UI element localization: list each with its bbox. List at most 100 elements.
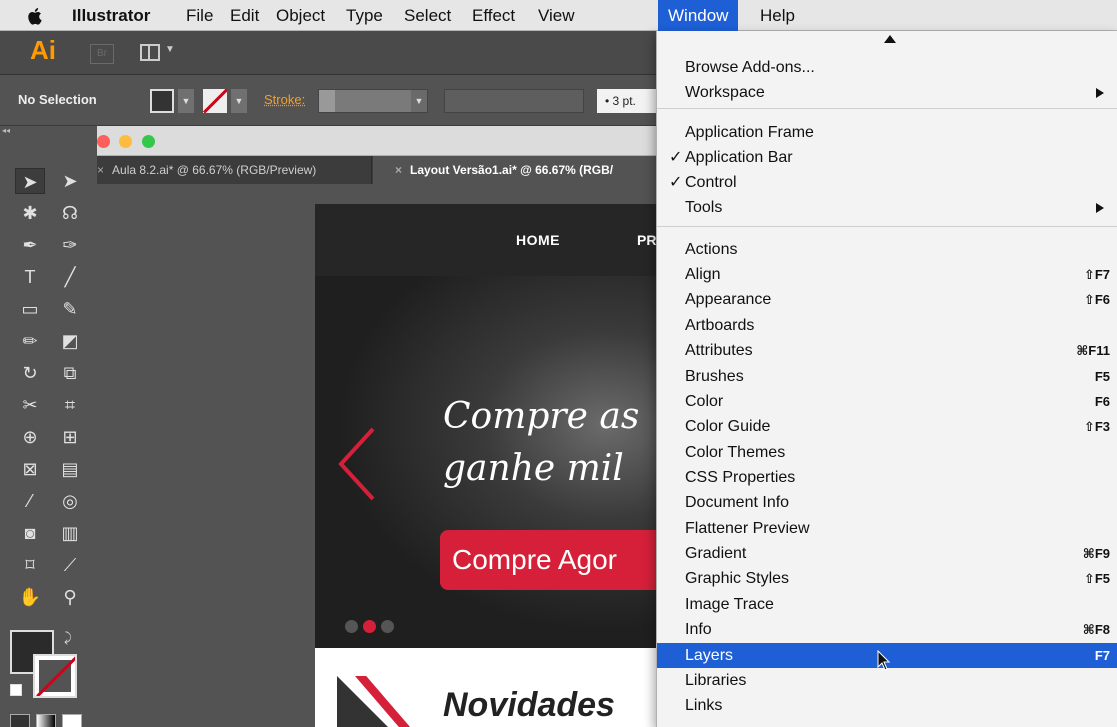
none-mode-icon[interactable] bbox=[62, 714, 82, 727]
swap-fill-stroke-icon[interactable]: ⤸ bbox=[64, 630, 72, 646]
direct-selection-tool-icon[interactable]: ➤ bbox=[55, 168, 85, 194]
bridge-button[interactable]: Br bbox=[90, 44, 114, 64]
menu-view[interactable]: View bbox=[528, 0, 585, 31]
menu-item-application-bar[interactable]: ✓ Application Bar bbox=[657, 145, 1117, 170]
pen-tool-icon[interactable]: ✒ bbox=[15, 232, 45, 258]
menu-item-flattener-preview[interactable]: Flattener Preview bbox=[657, 516, 1117, 541]
menu-item-workspace[interactable]: Workspace bbox=[657, 80, 1117, 105]
menu-app-name[interactable]: Illustrator bbox=[62, 0, 160, 31]
zoom-window-icon[interactable] bbox=[142, 135, 155, 148]
column-graph-tool-icon[interactable]: ▥ bbox=[55, 520, 85, 546]
close-tab-icon[interactable]: × bbox=[395, 163, 402, 177]
stroke-weight-field[interactable]: ▼ bbox=[318, 89, 428, 113]
mesh-tool-icon[interactable]: ⊠ bbox=[15, 456, 45, 482]
stroke-label[interactable]: Stroke: bbox=[264, 92, 305, 107]
menu-object[interactable]: Object bbox=[266, 0, 335, 31]
menu-item-appearance[interactable]: Appearance ⇧F6 bbox=[657, 287, 1117, 312]
menu-item-actions[interactable]: Actions bbox=[657, 237, 1117, 262]
menu-item-label: Brushes bbox=[685, 368, 744, 385]
menu-item-shortcut: ⌘F9 bbox=[1082, 546, 1110, 561]
stepper-icon[interactable] bbox=[319, 90, 335, 112]
selection-tool-icon[interactable]: ➤ bbox=[15, 168, 45, 194]
menu-effect[interactable]: Effect bbox=[462, 0, 525, 31]
menu-help[interactable]: Help bbox=[750, 0, 805, 31]
tab-aula-8-2[interactable]: × Aula 8.2.ai* @ 66.67% (RGB/Preview) bbox=[97, 156, 372, 184]
rotate-tool-icon[interactable]: ↻ bbox=[15, 360, 45, 386]
menu-item-label: Actions bbox=[685, 241, 738, 258]
eraser-tool-icon[interactable]: ◩ bbox=[55, 328, 85, 354]
artboard[interactable]: HOME PR Compre as ganhe mil Compre Agor bbox=[315, 204, 657, 727]
menu-item-label: Browse Add-ons... bbox=[685, 59, 815, 76]
menu-window[interactable]: Window bbox=[658, 0, 739, 31]
default-fill-stroke-icon[interactable] bbox=[10, 684, 22, 696]
arrange-documents-icon[interactable] bbox=[140, 44, 160, 61]
menu-item-shortcut: ⇧F5 bbox=[1083, 571, 1110, 586]
artboard-tool-icon[interactable]: ⌑ bbox=[15, 552, 45, 578]
minimize-window-icon[interactable] bbox=[119, 135, 132, 148]
free-transform-tool-icon[interactable]: ⌗ bbox=[55, 392, 85, 418]
menu-item-gradient[interactable]: Gradient ⌘F9 bbox=[657, 541, 1117, 566]
tab-layout-versao1[interactable]: × Layout Versão1.ai* @ 66.67% (RGB/ bbox=[373, 156, 657, 184]
menu-item-control[interactable]: ✓ Control bbox=[657, 170, 1117, 195]
hand-tool-icon[interactable]: ✋ bbox=[15, 584, 45, 610]
menu-item-graphic-styles[interactable]: Graphic Styles ⇧F5 bbox=[657, 566, 1117, 591]
line-segment-tool-icon[interactable]: ╱ bbox=[55, 264, 85, 290]
zoom-tool-icon[interactable]: ⚲ bbox=[55, 584, 85, 610]
stroke-dropdown-button[interactable]: ▼ bbox=[231, 89, 247, 113]
menu-item-color-themes[interactable]: Color Themes bbox=[657, 440, 1117, 465]
panel-grip-icon[interactable]: ◂◂ bbox=[0, 126, 97, 134]
curvature-tool-icon[interactable]: ✑ bbox=[55, 232, 85, 258]
menu-item-color[interactable]: Color F6 bbox=[657, 389, 1117, 414]
pencil-tool-icon[interactable]: ✏ bbox=[15, 328, 45, 354]
gradient-mode-icon[interactable] bbox=[36, 714, 56, 727]
menu-item-document-info[interactable]: Document Info bbox=[657, 490, 1117, 515]
canvas-area[interactable]: HOME PR Compre as ganhe mil Compre Agor bbox=[97, 184, 657, 727]
menu-item-shortcut: ⇧F6 bbox=[1083, 292, 1110, 307]
scale-tool-icon[interactable]: ⧉ bbox=[55, 360, 85, 386]
menu-edit[interactable]: Edit bbox=[220, 0, 269, 31]
stroke-swatch[interactable] bbox=[203, 89, 227, 113]
apple-icon[interactable] bbox=[28, 7, 44, 25]
menu-item-tools[interactable]: Tools bbox=[657, 195, 1117, 220]
menu-item-application-frame[interactable]: Application Frame bbox=[657, 120, 1117, 145]
rectangle-tool-icon[interactable]: ▭ bbox=[15, 296, 45, 322]
menu-select[interactable]: Select bbox=[394, 0, 461, 31]
magic-wand-tool-icon[interactable]: ✱ bbox=[15, 200, 45, 226]
blend-tool-icon[interactable]: ◎ bbox=[55, 488, 85, 514]
close-window-icon[interactable] bbox=[97, 135, 110, 148]
menu-item-info[interactable]: Info ⌘F8 bbox=[657, 617, 1117, 642]
menu-item-css-properties[interactable]: CSS Properties bbox=[657, 465, 1117, 490]
menu-item-color-guide[interactable]: Color Guide ⇧F3 bbox=[657, 414, 1117, 439]
menu-item-label: Gradient bbox=[685, 545, 747, 562]
perspective-grid-tool-icon[interactable]: ⊞ bbox=[55, 424, 85, 450]
menu-item-image-trace[interactable]: Image Trace bbox=[657, 592, 1117, 617]
menu-item-artboards[interactable]: Artboards bbox=[657, 313, 1117, 338]
menu-item-align[interactable]: Align ⇧F7 bbox=[657, 262, 1117, 287]
stroke-color-box[interactable] bbox=[33, 654, 77, 698]
menu-type[interactable]: Type bbox=[336, 0, 393, 31]
menu-item-browse-add-ons[interactable]: Browse Add-ons... bbox=[657, 55, 1117, 80]
fill-swatch[interactable] bbox=[150, 89, 174, 113]
scroll-up-arrow-icon[interactable] bbox=[884, 35, 896, 43]
chevron-down-icon[interactable]: ▼ bbox=[411, 90, 427, 112]
fill-dropdown-button[interactable]: ▼ bbox=[178, 89, 194, 113]
chevron-down-icon[interactable]: ▼ bbox=[165, 44, 175, 55]
menu-item-brushes[interactable]: Brushes F5 bbox=[657, 364, 1117, 389]
color-mode-icon[interactable] bbox=[10, 714, 30, 727]
menu-file[interactable]: File bbox=[176, 0, 223, 31]
type-tool-icon[interactable]: T bbox=[15, 264, 45, 290]
width-tool-icon[interactable]: ✂ bbox=[15, 392, 45, 418]
shape-builder-tool-icon[interactable]: ⊕ bbox=[15, 424, 45, 450]
eyedropper-tool-icon[interactable]: ⁄ bbox=[15, 488, 45, 514]
menu-item-attributes[interactable]: Attributes ⌘F11 bbox=[657, 338, 1117, 363]
lasso-tool-icon[interactable]: ☊ bbox=[55, 200, 85, 226]
menu-item-label: Application Bar bbox=[685, 149, 793, 166]
close-tab-icon[interactable]: × bbox=[97, 163, 104, 177]
variable-width-profile-field[interactable] bbox=[444, 89, 584, 113]
paintbrush-tool-icon[interactable]: ✎ bbox=[55, 296, 85, 322]
symbol-sprayer-tool-icon[interactable]: ◙ bbox=[15, 520, 45, 546]
menu-item-links[interactable]: Links bbox=[657, 693, 1117, 718]
gradient-tool-icon[interactable]: ▤ bbox=[55, 456, 85, 482]
brush-definition-field[interactable]: • 3 pt. bbox=[597, 89, 656, 113]
slice-tool-icon[interactable]: ⟋ bbox=[55, 552, 85, 578]
